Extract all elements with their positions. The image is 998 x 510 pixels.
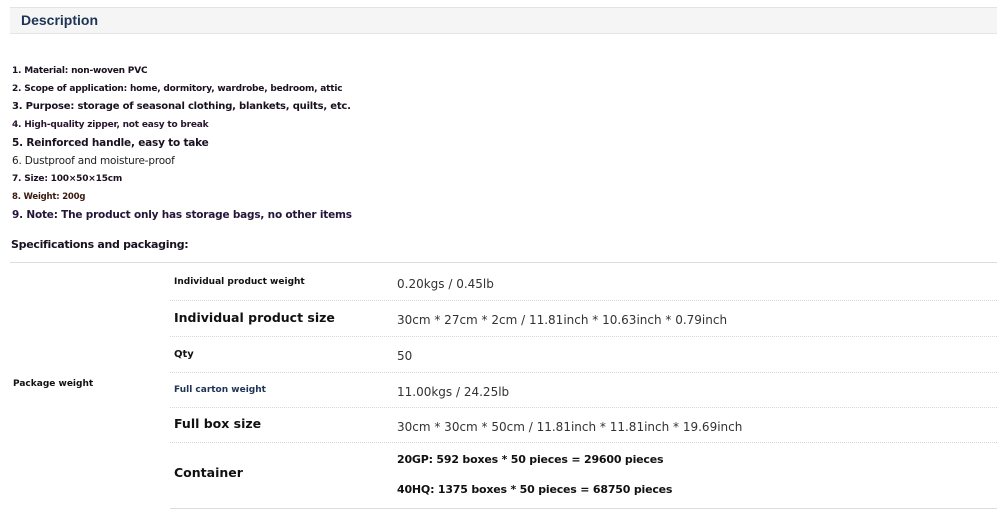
feature-item: 2. Scope of application: home, dormitory…	[12, 84, 343, 94]
feature-item: 7. Size: 100×50×15cm	[12, 174, 123, 184]
spec-row: Individual product size 30cm * 27cm * 2c…	[170, 301, 997, 337]
spec-value: 40HQ: 1375 boxes * 50 pieces = 68750 pie…	[397, 483, 673, 496]
spec-key: Individual product size	[174, 310, 335, 325]
package-weight-label: Package weight	[13, 379, 94, 389]
description-title: Description	[21, 12, 99, 28]
spec-key: Full carton weight	[174, 385, 266, 395]
spec-value: 20GP: 592 boxes * 50 pieces = 29600 piec…	[397, 453, 664, 466]
spec-table: Package weight Individual product weight…	[10, 262, 997, 509]
feature-item: 8. Weight: 200g	[12, 192, 86, 202]
feature-item: 1. Material: non-woven PVC	[12, 66, 148, 76]
spec-row: Full box size 30cm * 30cm * 50cm / 11.81…	[170, 408, 997, 443]
feature-item: 6. Dustproof and moisture-proof	[12, 155, 175, 167]
feature-item: 3. Purpose: storage of seasonal clothing…	[12, 101, 351, 112]
feature-item: 9. Note: The product only has storage ba…	[12, 209, 352, 221]
spec-key: Full box size	[174, 416, 262, 431]
feature-item: 4. High-quality zipper, not easy to brea…	[12, 120, 209, 130]
spec-key: Container	[174, 465, 243, 480]
spec-key: Qty	[174, 349, 194, 360]
spec-value: 30cm * 27cm * 2cm / 11.81inch * 10.63inc…	[397, 313, 728, 327]
spec-row: Full carton weight 11.00kgs / 24.25lb	[170, 373, 997, 408]
spec-row: Individual product weight 0.20kgs / 0.45…	[170, 263, 997, 301]
spec-value: 11.00kgs / 24.25lb	[397, 385, 510, 399]
spec-row: Container 20GP: 592 boxes * 50 pieces = …	[170, 443, 997, 509]
feature-item: 5. Reinforced handle, easy to take	[12, 137, 209, 149]
spec-row: Qty 50	[170, 337, 997, 373]
spec-key: Individual product weight	[174, 277, 305, 287]
spec-value: 30cm * 30cm * 50cm / 11.81inch * 11.81in…	[397, 420, 743, 434]
spec-value: 0.20kgs / 0.45lb	[397, 277, 494, 291]
feature-list: 1. Material: non-woven PVC 2. Scope of a…	[12, 62, 352, 224]
spec-value: 50	[397, 349, 413, 363]
description-header: Description	[10, 7, 997, 34]
spec-heading: Specifications and packaging:	[11, 238, 189, 251]
